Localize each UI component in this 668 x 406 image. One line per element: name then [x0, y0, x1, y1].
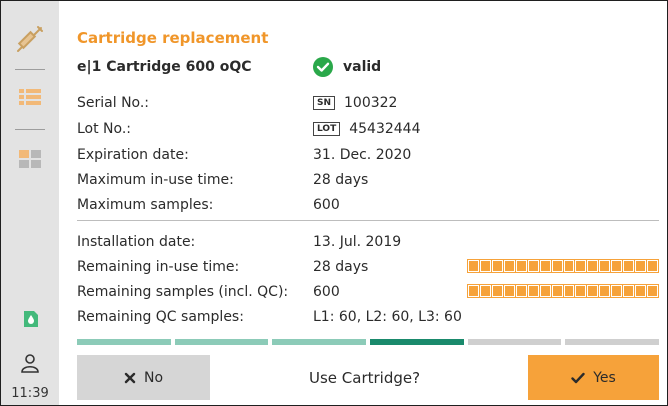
lot-value: LOT 45432444: [313, 121, 420, 137]
no-button[interactable]: No: [77, 355, 210, 400]
bar-segment: [551, 285, 563, 297]
progress-step-todo: [467, 339, 562, 345]
bar-segment: [587, 285, 599, 297]
user-icon[interactable]: [1, 351, 59, 375]
bar-segment: [479, 260, 491, 272]
bar-segment: [575, 285, 587, 297]
close-icon: [124, 372, 136, 383]
installation-value: 13. Jul. 2019: [313, 234, 402, 250]
sidebar-divider: [15, 129, 45, 130]
bar-segment: [635, 285, 647, 297]
serial-label: Serial No.:: [77, 95, 150, 111]
bar-segment: [491, 285, 503, 297]
syringe-icon[interactable]: [1, 21, 59, 57]
remaining-samples-label: Remaining samples (incl. QC):: [77, 284, 289, 300]
section-divider: [77, 220, 659, 221]
bar-segment: [611, 260, 623, 272]
bar-segment: [503, 260, 515, 272]
bar-segment: [491, 260, 503, 272]
clock-time: 11:39: [11, 386, 49, 401]
max-in-use-label: Maximum in-use time:: [77, 172, 234, 188]
bar-segment: [575, 260, 587, 272]
serial-number: 100322: [344, 95, 398, 111]
lot-tag: LOT: [313, 122, 341, 136]
main-panel: Cartridge replacement e|1 Cartridge 600 …: [59, 1, 667, 405]
bar-segment: [515, 285, 527, 297]
check-circle-icon: [313, 57, 333, 77]
progress-step-done: [272, 339, 367, 345]
bar-segment: [551, 260, 563, 272]
bar-segment: [647, 285, 658, 297]
progress-step-done: [174, 339, 269, 345]
status-badge: valid: [313, 57, 381, 77]
bar-segment: [647, 260, 658, 272]
bar-segment: [623, 260, 635, 272]
yes-button[interactable]: Yes: [528, 355, 659, 400]
bar-segment: [611, 285, 623, 297]
lot-label: Lot No.:: [77, 121, 132, 137]
no-button-label: No: [143, 369, 164, 386]
sidebar: 11:39: [1, 1, 59, 405]
expiration-label: Expiration date:: [77, 147, 189, 163]
reagent-icon[interactable]: [1, 307, 59, 331]
max-samples-value: 600: [313, 197, 340, 213]
yes-button-label: Yes: [593, 369, 616, 386]
remaining-qc-label: Remaining QC samples:: [77, 309, 244, 325]
sidebar-divider: [15, 69, 45, 70]
remaining-time-bar: [467, 259, 659, 273]
bar-segment: [563, 285, 575, 297]
wizard-progress: [77, 339, 660, 345]
bar-segment: [587, 260, 599, 272]
bar-segment: [479, 285, 491, 297]
expiration-value: 31. Dec. 2020: [313, 147, 412, 163]
bar-segment: [527, 285, 539, 297]
checkmark-icon: [571, 372, 585, 383]
cartridge-name: e|1 Cartridge 600 oQC: [77, 59, 252, 75]
bar-segment: [539, 285, 551, 297]
serial-tag: SN: [313, 96, 336, 110]
bar-segment: [599, 260, 611, 272]
bar-segment: [635, 260, 647, 272]
remaining-time-value: 28 days: [313, 259, 369, 275]
bar-segment: [539, 260, 551, 272]
bar-segment: [563, 260, 575, 272]
page-title: Cartridge replacement: [77, 29, 269, 47]
remaining-time-label: Remaining in-use time:: [77, 259, 240, 275]
bar-segment: [468, 285, 479, 297]
progress-step-todo: [565, 339, 660, 345]
bar-segment: [599, 285, 611, 297]
grid-icon[interactable]: [1, 147, 59, 171]
bar-segment: [503, 285, 515, 297]
installation-label: Installation date:: [77, 234, 196, 250]
progress-step-done: [77, 339, 171, 345]
confirm-prompt: Use Cartridge?: [309, 369, 421, 387]
lot-number: 45432444: [349, 121, 421, 137]
serial-value: SN 100322: [313, 95, 397, 111]
bar-segment: [527, 260, 539, 272]
bar-segment: [623, 285, 635, 297]
remaining-qc-value: L1: 60, L2: 60, L3: 60: [313, 309, 462, 325]
remaining-samples-bar: [467, 284, 659, 298]
status-text: valid: [343, 59, 382, 75]
bar-segment: [468, 260, 479, 272]
progress-step-current: [370, 339, 464, 345]
remaining-samples-value: 600: [313, 284, 340, 300]
list-icon[interactable]: [1, 85, 59, 109]
max-samples-label: Maximum samples:: [77, 197, 214, 213]
max-in-use-value: 28 days: [313, 172, 369, 188]
bar-segment: [515, 260, 527, 272]
app-window: 11:39 Cartridge replacement e|1 Cartridg…: [0, 0, 668, 406]
